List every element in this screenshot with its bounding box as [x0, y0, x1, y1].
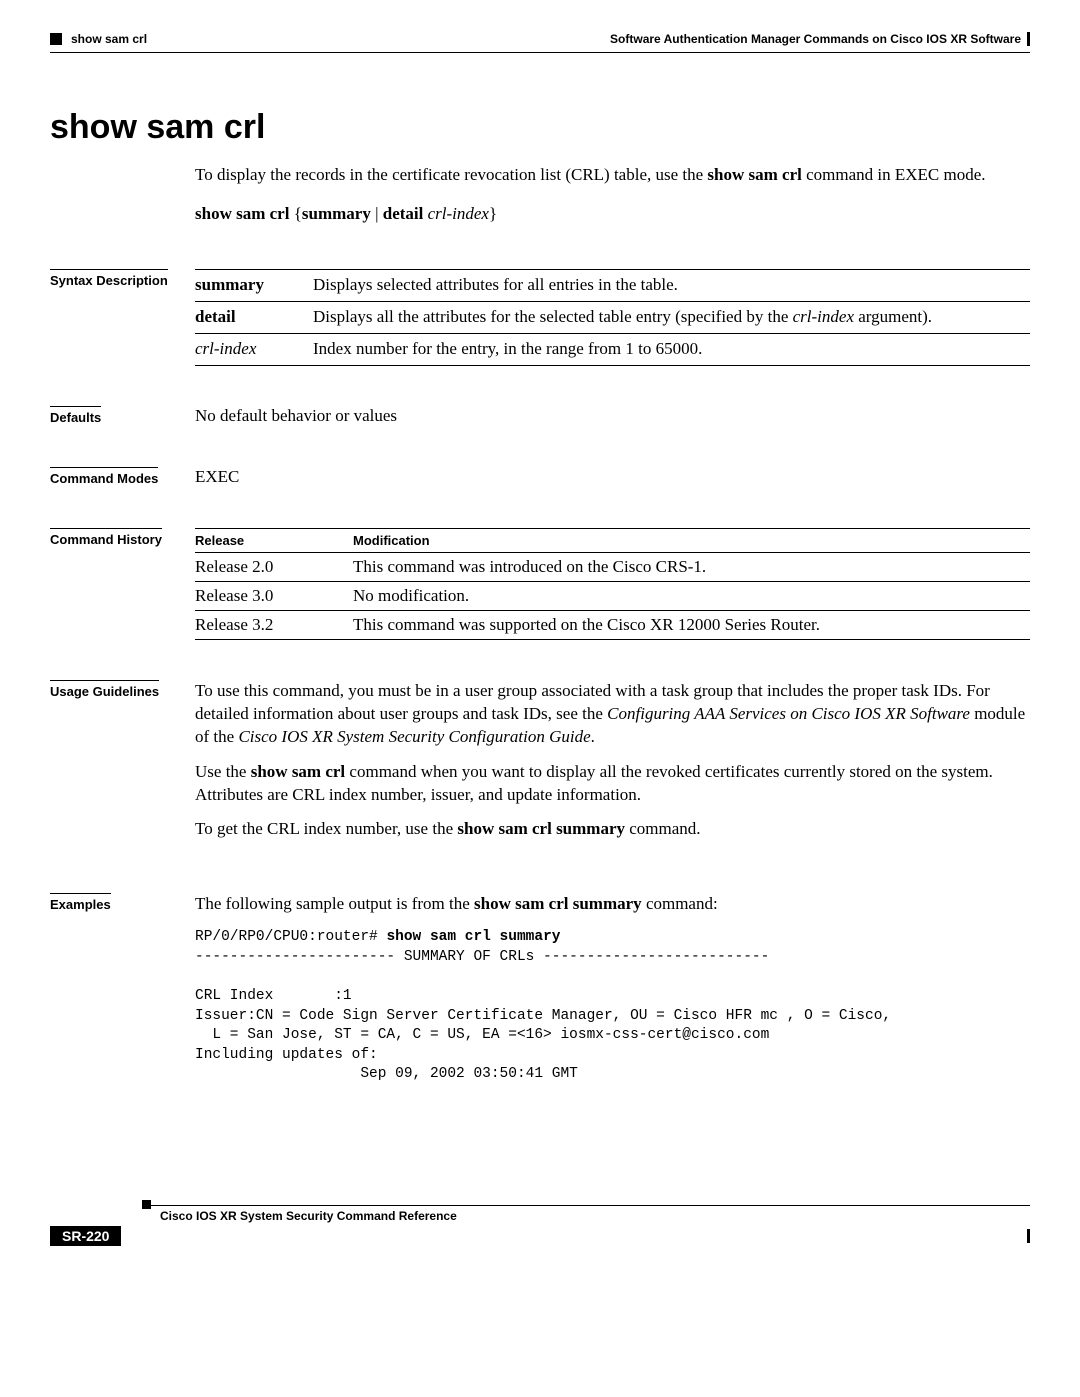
- usage-bold: show sam crl summary: [457, 819, 625, 838]
- header-breadcrumb: show sam crl: [71, 32, 147, 46]
- usage-bold: show sam crl: [251, 762, 345, 781]
- syntax-arg: crl-index: [428, 204, 489, 223]
- example-output: ----------------------- SUMMARY OF CRLs …: [195, 949, 891, 1082]
- examples-text: The following sample output is from the: [195, 894, 474, 913]
- footer-marker-icon: [142, 1200, 151, 1209]
- example-prompt: RP/0/RP0/CPU0:router#: [195, 929, 386, 945]
- usage-p1: To use this command, you must be in a us…: [195, 680, 1030, 749]
- syn-desc-it: crl-index: [793, 307, 854, 326]
- defaults-text: No default behavior or values: [195, 406, 397, 425]
- example-prompt-cmd: show sam crl summary: [386, 929, 560, 945]
- syntax-line: show sam crl {summary | detail crl-index…: [195, 204, 1030, 224]
- section-label-syntax: Syntax Description: [50, 269, 168, 288]
- history-mod: No modification.: [353, 581, 1030, 610]
- syn-kw: detail: [195, 307, 236, 326]
- footer: Cisco IOS XR System Security Command Ref…: [50, 1205, 1030, 1246]
- header-marker-icon: [50, 33, 62, 45]
- history-mod: This command was introduced on the Cisco…: [353, 552, 1030, 581]
- page-number: SR-220: [50, 1226, 121, 1246]
- history-release: Release 2.0: [195, 552, 353, 581]
- table-row: summary Displays selected attributes for…: [195, 269, 1030, 301]
- syn-desc-post: argument).: [854, 307, 932, 326]
- syntax-open: {: [289, 204, 301, 223]
- syn-desc-pre: Displays all the attributes for the sele…: [313, 307, 793, 326]
- examples-text: command:: [642, 894, 718, 913]
- examples-bold: show sam crl summary: [474, 894, 642, 913]
- usage-text: To get the CRL index number, use the: [195, 819, 457, 838]
- command-history-table: Release Modification Release 2.0 This co…: [195, 528, 1030, 640]
- section-label-history: Command History: [50, 528, 162, 547]
- usage-text: .: [591, 727, 595, 746]
- syn-desc: Index number for the entry, in the range…: [313, 339, 702, 358]
- section-label-usage: Usage Guidelines: [50, 680, 159, 699]
- header-rule: [50, 52, 1030, 53]
- table-row: detail Displays all the attributes for t…: [195, 301, 1030, 333]
- command-title: show sam crl: [50, 108, 1030, 147]
- intro-pre: To display the records in the certificat…: [195, 165, 707, 184]
- header-chapter: Software Authentication Manager Commands…: [610, 32, 1021, 46]
- syn-desc: Displays selected attributes for all ent…: [313, 275, 678, 294]
- usage-italic: Cisco IOS XR System Security Configurati…: [238, 727, 590, 746]
- footer-tick-icon: [1027, 1229, 1030, 1243]
- history-mod: This command was supported on the Cisco …: [353, 610, 1030, 639]
- table-row: Release 3.2 This command was supported o…: [195, 610, 1030, 639]
- table-row: Release 3.0 No modification.: [195, 581, 1030, 610]
- usage-p2: Use the show sam crl command when you wa…: [195, 761, 1030, 807]
- history-header-mod: Modification: [353, 528, 1030, 552]
- header-bar-icon: [1027, 32, 1030, 46]
- intro-paragraph: To display the records in the certificat…: [195, 164, 1030, 187]
- section-label-examples: Examples: [50, 893, 111, 912]
- syntax-detail-kw: detail: [383, 204, 424, 223]
- syntax-bar: |: [371, 204, 383, 223]
- syntax-cmd: show sam crl: [195, 204, 289, 223]
- page-header: show sam crl Software Authentication Man…: [50, 32, 1030, 46]
- table-row: crl-index Index number for the entry, in…: [195, 333, 1030, 365]
- syn-kw: crl-index: [195, 339, 256, 358]
- usage-text: Use the: [195, 762, 251, 781]
- intro-post: command in EXEC mode.: [802, 165, 986, 184]
- section-label-modes: Command Modes: [50, 467, 158, 486]
- intro-bold: show sam crl: [707, 165, 801, 184]
- usage-italic: Configuring AAA Services on Cisco IOS XR…: [607, 704, 970, 723]
- example-code-block: RP/0/RP0/CPU0:router# show sam crl summa…: [195, 928, 1030, 1085]
- footer-book-title: Cisco IOS XR System Security Command Ref…: [160, 1206, 1030, 1223]
- syntax-close: }: [489, 204, 497, 223]
- syntax-description-table: summary Displays selected attributes for…: [195, 269, 1030, 366]
- table-row: Release 2.0 This command was introduced …: [195, 552, 1030, 581]
- usage-p3: To get the CRL index number, use the sho…: [195, 818, 1030, 841]
- usage-text: command.: [625, 819, 701, 838]
- command-modes-text: EXEC: [195, 467, 239, 486]
- history-release: Release 3.0: [195, 581, 353, 610]
- examples-lead: The following sample output is from the …: [195, 893, 1030, 916]
- section-label-defaults: Defaults: [50, 406, 101, 425]
- syntax-summary: summary: [302, 204, 371, 223]
- history-header-release: Release: [195, 528, 353, 552]
- syn-kw: summary: [195, 275, 264, 294]
- table-header-row: Release Modification: [195, 528, 1030, 552]
- history-release: Release 3.2: [195, 610, 353, 639]
